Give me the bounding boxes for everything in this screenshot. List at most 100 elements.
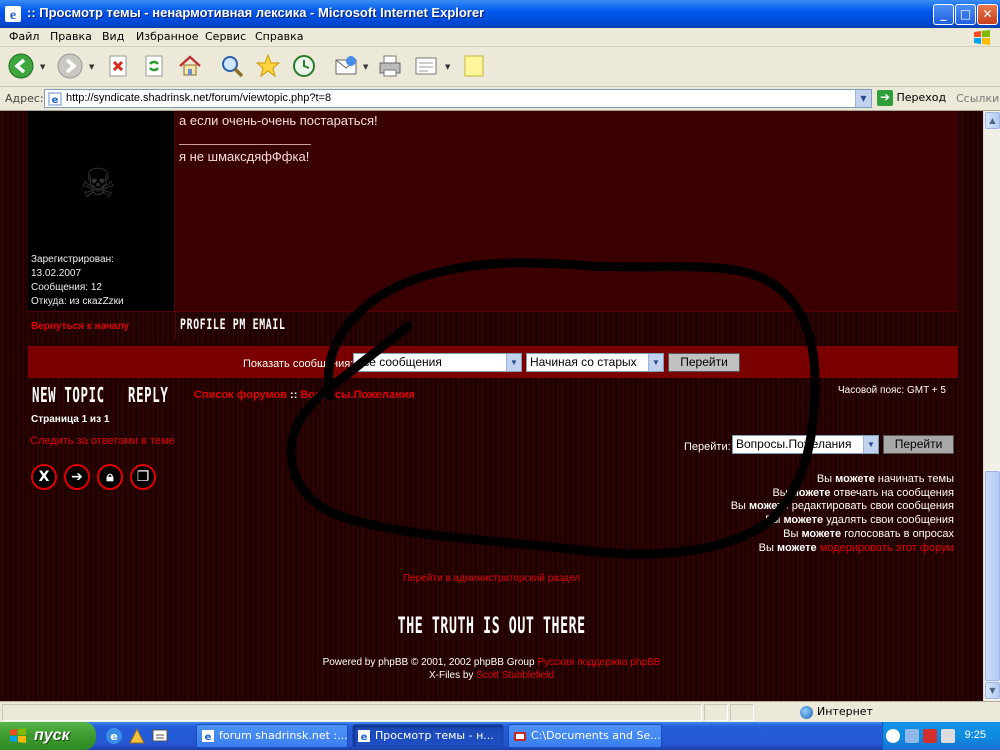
maximize-button[interactable]: □ (955, 4, 976, 25)
minimize-button[interactable]: _ (933, 4, 954, 25)
winamp-quicklaunch-icon[interactable] (128, 727, 146, 745)
close-button[interactable]: ✕ (977, 4, 998, 25)
lock-topic-icon[interactable]: 🔒︎ (97, 464, 123, 490)
chevron-down-icon: ▼ (863, 436, 878, 453)
window-titlebar[interactable]: e :: Просмотр темы - ненармотивная лекси… (0, 0, 1000, 28)
favorites-button[interactable] (253, 51, 283, 81)
globe-icon (800, 705, 813, 719)
refresh-icon (145, 55, 163, 77)
toolbar: ▼ ▼ ▼ ▼ (0, 47, 1000, 87)
svg-text:e: e (110, 730, 117, 743)
discuss-button[interactable] (459, 51, 489, 81)
russian-support-link[interactable]: Русская поддержка phpBB (537, 657, 660, 668)
address-dropdown-icon[interactable]: ▼ (855, 90, 871, 107)
tray-expand-icon[interactable] (886, 729, 900, 743)
new-topic-button[interactable]: NEW TOPIC (32, 383, 105, 407)
watch-topic-link[interactable]: Следить за ответами в теме (30, 435, 175, 447)
post-text: а если очень-очень постараться! (179, 113, 378, 128)
show-posts-select[interactable]: все сообщения ▼ (353, 353, 522, 372)
menu-file[interactable]: Файл (9, 30, 39, 43)
back-to-top-link[interactable]: Вернуться к началу (31, 321, 129, 332)
jump-forum-select[interactable]: Вопросы.Пожелания ▼ (732, 435, 879, 454)
permission-line: Вы можете начинать темы (816, 473, 954, 485)
network-tray-icon[interactable] (905, 729, 919, 743)
menu-help[interactable]: Справка (255, 30, 303, 43)
scroll-down-icon[interactable]: ▼ (985, 682, 1000, 699)
menu-view[interactable]: Вид (102, 30, 124, 43)
sort-order-value: Начиная со старых (530, 355, 637, 369)
profile-pm-email-buttons[interactable]: PROFILE PM EMAIL (180, 317, 286, 333)
edit-dropdown-icon[interactable]: ▼ (445, 63, 450, 71)
forward-arrow-icon (57, 53, 83, 79)
refresh-button[interactable] (139, 51, 169, 81)
page-content: ☠ Зарегистрирован: 13.02.2007 Сообщения:… (0, 111, 983, 701)
poster-profile: ☠ Зарегистрирован: 13.02.2007 Сообщения:… (28, 111, 175, 311)
address-input[interactable]: e http://syndicate.shadrinsk.net/forum/v… (44, 89, 872, 108)
svg-text:e: e (10, 8, 16, 23)
menu-edit[interactable]: Правка (50, 30, 92, 43)
permission-line: Вы можете редактировать свои сообщения (730, 500, 954, 513)
home-icon (179, 55, 201, 76)
taskbar-item-explorer[interactable]: C:\Documents and Se... (508, 724, 662, 748)
home-button[interactable] (175, 51, 205, 81)
delete-topic-icon[interactable]: X (31, 464, 57, 490)
xfiles-text: X-Files by (428, 670, 474, 681)
show-posts-go-button[interactable]: Перейти (668, 353, 740, 372)
show-posts-label: Показать сообщения: (243, 358, 354, 370)
taskbar-item-forum[interactable]: e forum shadrinsk.net :... (196, 724, 348, 748)
breadcrumb-forum[interactable]: Вопросы.Пожелания (300, 389, 414, 401)
poster-registered-label: Зарегистрирован: (31, 254, 114, 265)
poster-info: Зарегистрирован: 13.02.2007 Сообщения: 1… (31, 253, 124, 309)
post-body: а если очень-очень постараться! я не шма… (176, 111, 958, 311)
stop-button[interactable] (103, 51, 133, 81)
poster-registered-date: 13.02.2007 (31, 268, 82, 279)
ie-page-icon: e (358, 730, 370, 743)
jump-go-button[interactable]: Перейти (883, 435, 954, 454)
vertical-scrollbar[interactable]: ▲ ▼ (983, 111, 1000, 701)
menu-tools[interactable]: Сервис (205, 30, 246, 43)
desktop-quicklaunch-icon[interactable] (151, 727, 169, 745)
scroll-thumb[interactable] (985, 471, 1000, 681)
security-zone-label: Интернет (817, 705, 873, 718)
go-button[interactable]: ➔ Переход (877, 90, 946, 108)
stop-icon (109, 55, 127, 77)
signature-divider (179, 144, 311, 145)
ie-quicklaunch-icon[interactable]: e (105, 727, 123, 745)
user-avatar: ☠ (80, 161, 116, 207)
mail-button[interactable] (331, 51, 361, 81)
back-button[interactable] (6, 51, 36, 81)
mail-dropdown-icon[interactable]: ▼ (363, 63, 368, 71)
antivirus-tray-icon[interactable] (923, 729, 937, 743)
svg-text:e: e (205, 732, 212, 743)
search-button[interactable] (217, 51, 247, 81)
permissions-list: Вы можете начинать темы Вы можете отвеча… (731, 473, 954, 555)
page-indicator: Страница 1 из 1 (31, 414, 110, 425)
menu-favorites[interactable]: Избранное (136, 30, 198, 43)
move-topic-icon[interactable]: ➔ (64, 464, 90, 490)
edit-button[interactable] (411, 51, 441, 81)
reply-button[interactable]: REPLY (128, 383, 168, 407)
post-table: ☠ Зарегистрирован: 13.02.2007 Сообщения:… (28, 111, 958, 340)
start-label: пуск (34, 727, 70, 744)
forward-button[interactable] (55, 51, 85, 81)
breadcrumb-forum-index[interactable]: Список форумов (194, 389, 287, 401)
split-topic-icon[interactable]: ❐ (130, 464, 156, 490)
links-label[interactable]: Ссылки (956, 92, 999, 105)
moderate-forum-link[interactable]: модерировать этот форум (820, 542, 954, 554)
taskbar-item-topic[interactable]: e Просмотр темы - н... (352, 724, 504, 748)
sort-order-select[interactable]: Начиная со старых ▼ (526, 353, 664, 372)
print-button[interactable] (375, 51, 405, 81)
scroll-up-icon[interactable]: ▲ (985, 112, 1000, 129)
admin-panel-link[interactable]: Перейти в администраторский раздел (0, 573, 983, 584)
history-button[interactable] (289, 51, 319, 81)
volume-tray-icon[interactable] (941, 729, 955, 743)
taskbar-item-label: C:\Documents and Se... (531, 729, 661, 742)
forward-dropdown-icon[interactable]: ▼ (89, 63, 94, 71)
powered-by-footer: Powered by phpBB © 2001, 2002 phpBB Grou… (0, 656, 983, 682)
poster-posts-count: Сообщения: 12 (31, 282, 102, 293)
start-button[interactable]: пуск (0, 722, 96, 750)
back-dropdown-icon[interactable]: ▼ (40, 63, 45, 71)
author-link[interactable]: Scott Stubblefield (476, 670, 554, 681)
taskbar-item-label: Просмотр темы - н... (375, 729, 494, 742)
address-url: http://syndicate.shadrinsk.net/forum/vie… (66, 92, 332, 104)
